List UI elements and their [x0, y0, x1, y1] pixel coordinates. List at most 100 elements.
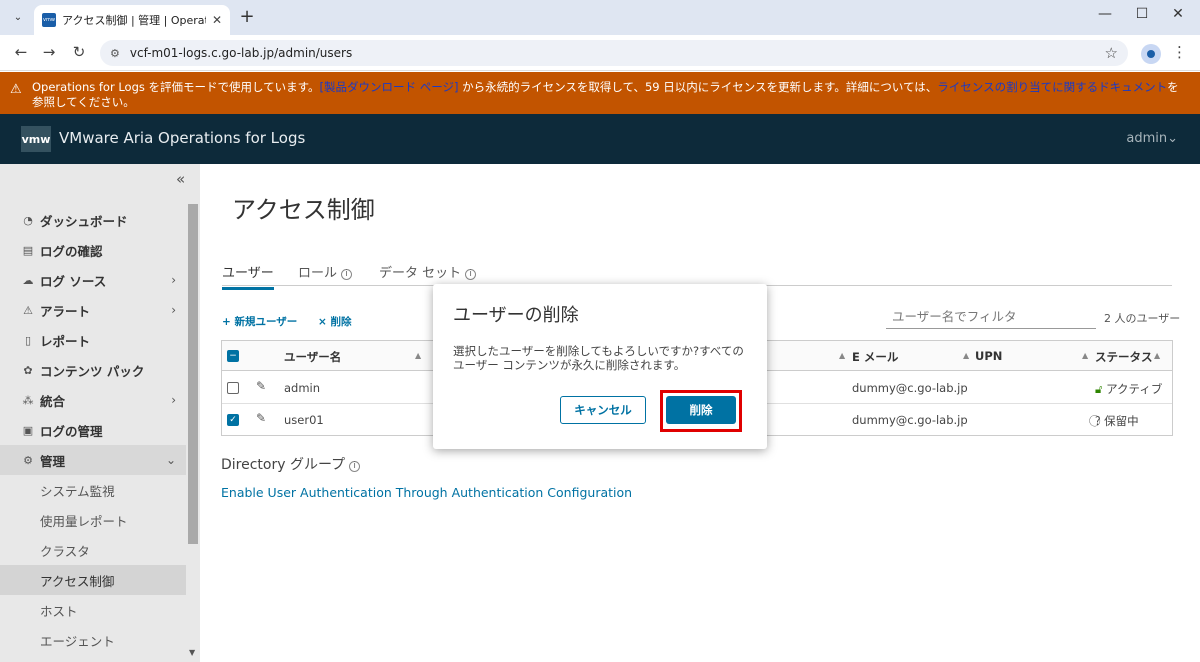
nav-dashboard[interactable]: ◔ ダッシュボード [0, 205, 186, 235]
column-status[interactable]: ステータス [1095, 349, 1153, 365]
warning-icon: ⚠ [10, 82, 22, 97]
address-bar: ← → ↻ ⚙ vcf-m01-logs.c.go-lab.jp/admin/u… [0, 35, 1200, 71]
sort-icon[interactable]: ▲ [839, 351, 845, 360]
banner-text-1: Operations for Logs を評価モードで使用しています。 [32, 80, 320, 94]
bookmark-star-icon[interactable]: ☆ [1105, 44, 1118, 62]
status-label: 保留中 [1104, 414, 1139, 428]
sub-system-monitor[interactable]: システム監視 [0, 475, 186, 505]
row-checkbox[interactable]: ✓ [227, 414, 239, 426]
sub-cluster[interactable]: クラスタ [0, 535, 186, 565]
dialog-message: 選択したユーザーを削除してもよろしいですか?すべてのユーザー コンテンツが永久に… [453, 344, 744, 372]
cell-status: 🔓︎ アクティブ [1095, 381, 1162, 397]
nav-label: ログの管理 [40, 423, 103, 439]
confirm-delete-button[interactable]: 削除 [666, 396, 736, 424]
warning-icon: ⚠ [23, 303, 33, 317]
cell-email: dummy@c.go-lab.jp [852, 413, 968, 427]
close-window-button[interactable]: ✕ [1163, 6, 1193, 22]
minimize-button[interactable]: — [1090, 6, 1120, 22]
chevron-right-icon: › [171, 393, 176, 407]
maximize-button[interactable]: ☐ [1127, 6, 1157, 22]
package-icon: ✿ [23, 363, 33, 377]
sort-icon[interactable]: ▲ [1154, 351, 1160, 360]
network-icon: ⁂ [22, 393, 34, 407]
browser-tab[interactable]: vmw アクセス制御 | 管理 | Operations ✕ [34, 5, 230, 35]
nav-label: ダッシュボード [40, 213, 128, 229]
tab-close-icon[interactable]: ✕ [212, 13, 222, 27]
reload-button[interactable]: ↻ [68, 43, 90, 63]
directory-groups-heading: Directory グループ i [221, 454, 361, 474]
user-count: 2 人のユーザー [1104, 312, 1181, 325]
url-text: vcf-m01-logs.c.go-lab.jp/admin/users [129, 46, 353, 60]
nav-alerts[interactable]: ⚠ アラート › [0, 295, 186, 325]
site-info-icon[interactable]: ⚙ [110, 47, 120, 60]
edit-pencil-icon[interactable]: ✎ [256, 411, 266, 425]
tab-search-button[interactable]: ⌄ [8, 7, 28, 27]
tab-label: ユーザー [222, 266, 274, 281]
sort-icon[interactable]: ▲ [963, 351, 969, 360]
column-email[interactable]: E メール [852, 349, 898, 365]
app-header: vmw VMware Aria Operations for Logs admi… [0, 114, 1200, 164]
log-icon: ▣ [22, 423, 34, 437]
page-tabs: ユーザー ロール i データ セット i [222, 262, 1172, 290]
nav-integration[interactable]: ⁂ 統合 › [0, 385, 186, 415]
sort-icon[interactable]: ▲ [1082, 351, 1088, 360]
column-username[interactable]: ユーザー名 [284, 349, 341, 365]
license-docs-link[interactable]: ライセンスの割り当てに関するドキュメント [937, 80, 1167, 94]
nav-label: コンテンツ パック [40, 363, 145, 379]
page-title: アクセス制御 [232, 196, 375, 224]
info-icon[interactable]: i [341, 268, 353, 280]
select-all-checkbox[interactable]: − [227, 350, 239, 362]
cell-email: dummy@c.go-lab.jp [852, 381, 968, 395]
nav-administration[interactable]: ⚙ 管理 ⌄ [0, 445, 186, 475]
vmware-logo: vmw [21, 126, 51, 152]
info-icon[interactable]: i [465, 268, 477, 280]
nav-label: レポート [40, 333, 91, 349]
gear-icon: ⚙ [23, 453, 33, 467]
profile-avatar[interactable] [1141, 44, 1161, 64]
username-filter-input[interactable]: ユーザー名でフィルタ [886, 307, 1096, 329]
cancel-button[interactable]: キャンセル [560, 396, 646, 424]
delete-user-dialog: ユーザーの削除 選択したユーザーを削除してもよろしいですか?すべてのユーザー コ… [433, 284, 767, 449]
back-button[interactable]: ← [10, 43, 32, 63]
sidebar-scrollbar[interactable] [188, 204, 198, 544]
sub-usage-report[interactable]: 使用量レポート [0, 505, 186, 535]
row-checkbox[interactable] [227, 382, 239, 394]
cloud-icon: ☁ [22, 273, 34, 287]
new-user-button[interactable]: + 新規ユーザー [222, 314, 297, 329]
sub-access-control[interactable]: アクセス制御 [0, 565, 186, 595]
forward-button[interactable]: → [38, 43, 60, 63]
url-field[interactable]: ⚙ vcf-m01-logs.c.go-lab.jp/admin/users ☆ [100, 40, 1128, 66]
product-download-link[interactable]: [製品ダウンロード ページ] [320, 80, 459, 94]
nav-log-management[interactable]: ▣ ログの管理 [0, 415, 186, 445]
browser-menu-icon[interactable]: ⋮ [1172, 43, 1187, 61]
scroll-down-icon[interactable]: ▼ [189, 648, 195, 657]
tab-roles[interactable]: ロール i [298, 262, 353, 281]
unlock-icon: 🔓︎ [1095, 382, 1103, 396]
nav-log-sources[interactable]: ☁ ログ ソース › [0, 265, 186, 295]
collapse-sidebar-icon[interactable]: « [176, 170, 185, 188]
nav-content-packs[interactable]: ✿ コンテンツ パック [0, 355, 186, 385]
enable-auth-link[interactable]: Enable User Authentication Through Authe… [221, 485, 632, 500]
tab-datasets[interactable]: データ セット i [379, 262, 477, 281]
nav-label: 管理 [40, 453, 66, 469]
cell-username: user01 [284, 413, 324, 427]
user-menu[interactable]: admin⌄ [1126, 131, 1178, 146]
new-tab-button[interactable]: + [236, 6, 258, 27]
tab-label: ロール [298, 266, 338, 281]
info-icon[interactable]: i [349, 460, 361, 472]
pending-question-icon: ?⃝ [1095, 414, 1101, 428]
vmware-favicon-icon: vmw [42, 13, 56, 27]
sub-agents[interactable]: エージェント [0, 625, 186, 655]
tab-users[interactable]: ユーザー [222, 262, 274, 290]
nav-reports[interactable]: ▯ レポート [0, 325, 186, 355]
column-upn[interactable]: UPN [975, 349, 1002, 363]
sort-asc-icon[interactable]: ▲ [415, 351, 421, 360]
sub-hosts[interactable]: ホスト [0, 595, 186, 625]
user-name: admin [1126, 131, 1168, 146]
nav-explore-logs[interactable]: ▤ ログの確認 [0, 235, 186, 265]
app-title: VMware Aria Operations for Logs [59, 129, 306, 147]
sidebar: « ▼ ◔ ダッシュボード ▤ ログの確認 ☁ ログ ソース › ⚠ アラート › ▯ レポー… [0, 164, 200, 662]
edit-pencil-icon[interactable]: ✎ [256, 379, 266, 393]
delete-user-button[interactable]: × 削除 [318, 314, 351, 329]
chevron-right-icon: › [171, 273, 176, 287]
